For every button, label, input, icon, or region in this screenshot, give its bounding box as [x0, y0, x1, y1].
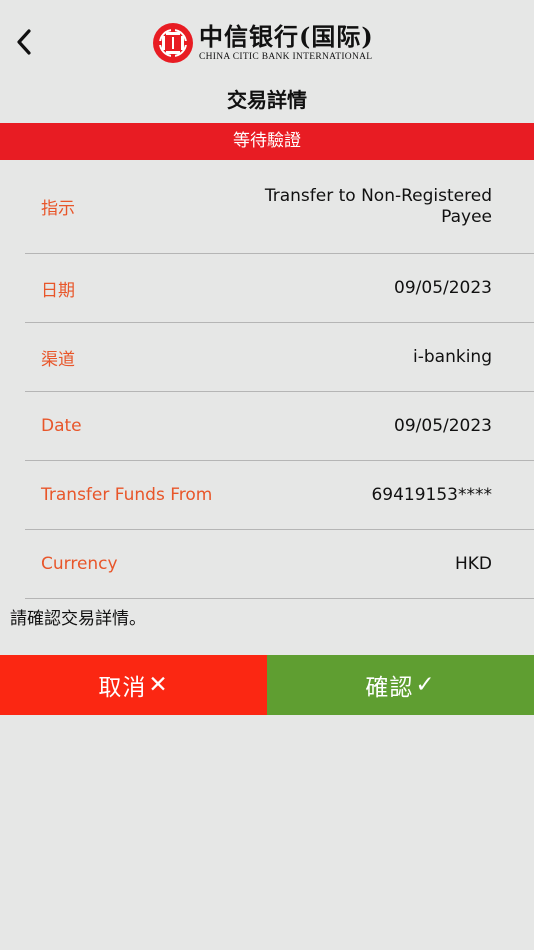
detail-label: Date: [41, 416, 82, 436]
detail-label: Transfer Funds From: [41, 485, 213, 505]
page-title: 交易詳情: [227, 88, 307, 112]
detail-row-date-cn: 日期 09/05/2023: [25, 254, 534, 323]
detail-label: 日期: [41, 280, 75, 301]
chevron-left-icon: [17, 29, 31, 55]
detail-label: 渠道: [41, 349, 75, 370]
detail-value: HKD: [454, 553, 492, 574]
logo-name-cn: 中信银行(国际): [199, 22, 374, 51]
status-banner: 等待驗證: [0, 123, 534, 160]
logo-name-en: CHINA CITIC BANK INTERNATIONAL: [199, 52, 373, 62]
transaction-details-list: 指示 Transfer to Non-Registered Payee 日期 0…: [0, 160, 534, 599]
back-button[interactable]: [8, 22, 40, 62]
check-icon: ✓: [415, 672, 436, 698]
confirm-note: 請確認交易詳情。: [10, 609, 146, 629]
cancel-button-label: 取消: [98, 675, 147, 701]
app-header: 中信银行(国际) CHINA CITIC BANK INTERNATIONAL: [0, 0, 534, 82]
detail-value: 09/05/2023: [394, 415, 492, 436]
close-icon: ✕: [148, 672, 169, 698]
detail-label: Currency: [41, 554, 118, 574]
confirm-button[interactable]: 確認 ✓: [267, 655, 534, 715]
detail-row-instruction: 指示 Transfer to Non-Registered Payee: [25, 160, 534, 254]
detail-row-channel: 渠道 i-banking: [25, 323, 534, 392]
detail-label: 指示: [41, 199, 75, 219]
detail-row-date: Date 09/05/2023: [25, 392, 534, 461]
action-bar: 取消 ✕ 確認 ✓: [0, 655, 534, 715]
detail-value: i-banking: [413, 346, 492, 367]
detail-row-transfer-from: Transfer Funds From 69419153****: [25, 461, 534, 530]
detail-row-currency: Currency HKD: [25, 530, 534, 599]
detail-value: 69419153****: [371, 484, 492, 505]
bank-logo: 中信银行(国际) CHINA CITIC BANK INTERNATIONAL: [152, 20, 374, 66]
logo-text: 中信银行(国际) CHINA CITIC BANK INTERNATIONAL: [199, 23, 374, 63]
confirm-button-label: 確認: [365, 675, 414, 701]
detail-value: Transfer to Non-Registered Payee: [264, 185, 492, 227]
citic-logo-icon: [153, 23, 193, 63]
cancel-button[interactable]: 取消 ✕: [0, 655, 267, 715]
detail-value: 09/05/2023: [394, 277, 492, 298]
